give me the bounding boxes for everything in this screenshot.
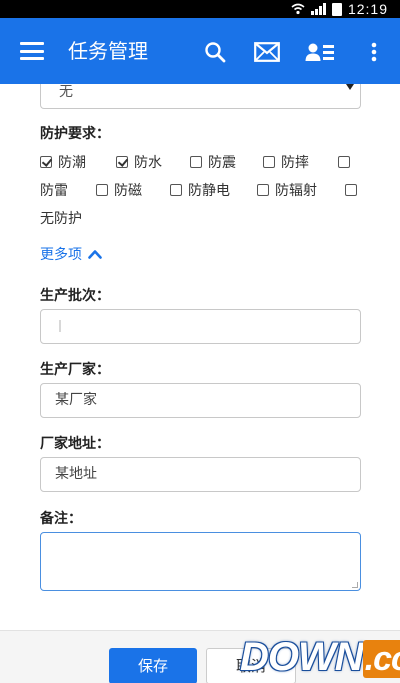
checkbox-lightning[interactable]	[338, 156, 350, 168]
battery-icon	[331, 2, 342, 16]
signal-icon	[310, 3, 326, 15]
watermark-logo: DOWN.cc	[240, 632, 400, 682]
checkbox-checked-icon	[40, 156, 52, 168]
checkbox-label: 防静电	[188, 183, 230, 199]
checkbox-lightning-label[interactable]: 防雷	[40, 180, 68, 200]
more-options-label: 更多项	[40, 247, 82, 263]
checkbox-label: 防潮	[58, 155, 86, 171]
batch-input[interactable]	[40, 309, 361, 344]
checkbox-checked-icon	[116, 156, 128, 168]
batch-label: 生产批次：	[40, 288, 110, 304]
checkbox-label: 防震	[208, 155, 236, 171]
address-label: 厂家地址：	[40, 436, 110, 452]
checkbox-none-label[interactable]: 无防护	[40, 208, 82, 228]
checkbox-drop[interactable]: 防摔	[263, 152, 309, 172]
checkbox-radiation[interactable]: 防辐射	[257, 180, 317, 200]
manufacturer-input[interactable]: 某厂家	[40, 383, 361, 418]
status-time: 12:19	[347, 1, 388, 17]
protection-label: 防护要求：	[40, 126, 110, 142]
text-cursor	[59, 320, 61, 332]
save-button[interactable]: 保存	[109, 648, 197, 683]
manufacturer-label: 生产厂家：	[40, 362, 110, 378]
menu-icon[interactable]	[20, 42, 44, 60]
checkbox-static[interactable]: 防静电	[170, 180, 230, 200]
form-content: 无 防护要求： 防潮 防水 防震 防摔 防雷 防磁 防静电 防辐射 无防护 更多…	[0, 84, 400, 630]
chevron-up-icon	[88, 250, 102, 259]
checkbox-label: 防雷	[40, 183, 68, 199]
app-bar: 任务管理	[0, 18, 400, 84]
caret-down-icon	[346, 84, 354, 90]
watermark-text: DOWN	[240, 635, 364, 679]
page-title: 任务管理	[68, 39, 148, 63]
remark-textarea[interactable]	[40, 532, 361, 591]
checkbox-icon	[170, 184, 182, 196]
checkbox-icon	[190, 156, 202, 168]
checkbox-none[interactable]	[345, 184, 357, 196]
more-options-link[interactable]: 更多项	[40, 244, 102, 264]
checkbox-label: 防水	[134, 155, 162, 171]
type-select[interactable]: 无	[40, 84, 361, 109]
checkbox-icon	[257, 184, 269, 196]
checkbox-waterproof[interactable]: 防水	[116, 152, 162, 172]
contact-card-icon[interactable]	[305, 37, 335, 67]
checkbox-label: 防辐射	[275, 183, 317, 199]
watermark-suffix: .cc	[362, 640, 400, 678]
select-value: 无	[59, 84, 73, 100]
remark-label: 备注：	[40, 511, 82, 527]
checkbox-label: 无防护	[40, 211, 82, 227]
address-input[interactable]: 某地址	[40, 457, 361, 492]
more-vert-icon[interactable]	[359, 37, 389, 67]
checkbox-icon	[263, 156, 275, 168]
search-icon[interactable]	[200, 37, 230, 67]
status-icons: 12:19	[291, 1, 388, 17]
checkbox-shockproof[interactable]: 防震	[190, 152, 236, 172]
status-bar: 12:19	[0, 0, 400, 18]
wifi-icon	[291, 3, 305, 15]
checkbox-label: 防摔	[281, 155, 309, 171]
mail-icon[interactable]	[252, 37, 282, 67]
checkbox-icon	[96, 184, 108, 196]
checkbox-magnetic[interactable]: 防磁	[96, 180, 142, 200]
checkbox-label: 防磁	[114, 183, 142, 199]
resize-grip-icon[interactable]	[352, 582, 358, 588]
checkbox-moisture[interactable]: 防潮	[40, 152, 86, 172]
